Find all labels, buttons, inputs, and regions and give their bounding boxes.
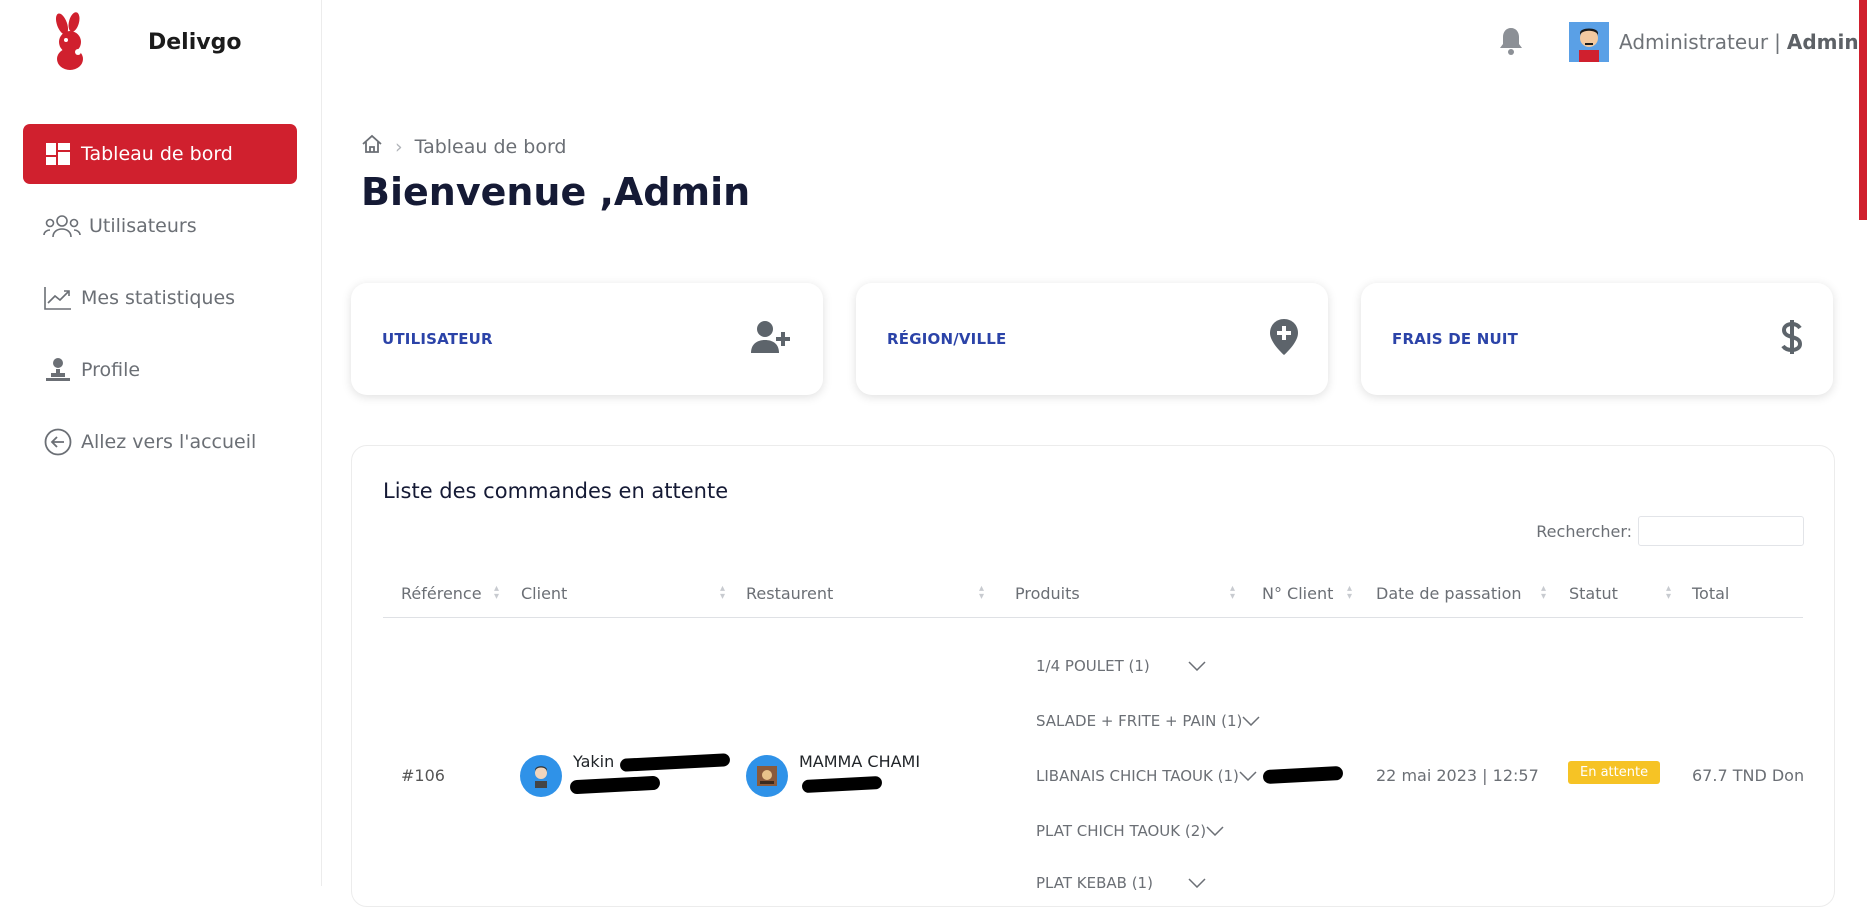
card-night-fees[interactable]: FRAIS DE NUIT bbox=[1361, 283, 1833, 395]
product-item[interactable]: 1/4 POULET (1) bbox=[1036, 657, 1206, 675]
sidebar-item-label: Allez vers l'accueil bbox=[81, 431, 257, 453]
table-header: Référence ▴ ▾ Client ▴ ▾ Restaurent ▴ ▾ Produi… bbox=[383, 570, 1803, 618]
card-region[interactable]: RÉGION/VILLE bbox=[856, 283, 1328, 395]
sidebar-nav: Tableau de bord Utilisateurs Mes statist… bbox=[23, 124, 297, 484]
sidebar-item-label: Utilisateurs bbox=[89, 215, 197, 237]
sidebar-item-label: Profile bbox=[81, 359, 141, 381]
order-total: 67.7 TND Dont 3 bbox=[1692, 766, 1804, 785]
status-badge: En attente bbox=[1568, 761, 1661, 784]
user-menu[interactable]: Administrateur | Admin bbox=[1569, 22, 1859, 62]
redaction-mark bbox=[801, 775, 883, 794]
search-label: Rechercher: bbox=[1536, 521, 1632, 541]
card-label: FRAIS DE NUIT bbox=[1392, 330, 1519, 348]
page-title: Bienvenue ,Admin bbox=[361, 170, 751, 214]
product-item[interactable]: SALADE + FRITE + PAIN (1) bbox=[1036, 712, 1260, 730]
brand-name: Delivgo bbox=[148, 29, 242, 55]
sidebar-item-users[interactable]: Utilisateurs bbox=[23, 196, 297, 256]
chevron-down-icon bbox=[1242, 712, 1260, 730]
arrow-left-circle-icon bbox=[43, 427, 73, 457]
sidebar: Delivgo Tableau de bord Utilisateurs Mes… bbox=[0, 0, 322, 886]
user-role: Administrateur bbox=[1619, 30, 1769, 54]
client-name: Yakin bbox=[573, 752, 615, 771]
card-label: UTILISATEUR bbox=[382, 330, 493, 348]
redaction-mark bbox=[1262, 765, 1344, 785]
search: Rechercher: bbox=[1536, 516, 1804, 546]
user-separator: | bbox=[1774, 30, 1781, 54]
sort-icon: ▴ ▾ bbox=[1540, 583, 1546, 602]
col-client[interactable]: Client ▴ ▾ bbox=[521, 570, 731, 616]
search-input[interactable] bbox=[1638, 516, 1804, 546]
sort-icon: ▴ ▾ bbox=[719, 583, 725, 602]
sort-icon: ▴ ▾ bbox=[493, 583, 499, 602]
sort-icon: ▴ ▾ bbox=[1346, 583, 1352, 602]
restaurant-avatar bbox=[746, 755, 788, 797]
col-status[interactable]: Statut ▴ ▾ bbox=[1569, 570, 1677, 616]
home-icon[interactable] bbox=[361, 134, 383, 159]
sort-icon: ▴ ▾ bbox=[978, 583, 984, 602]
chevron-right-icon: › bbox=[395, 135, 403, 158]
dashboard-icon bbox=[43, 139, 73, 169]
profile-icon bbox=[43, 355, 73, 385]
chevron-down-icon bbox=[1188, 657, 1206, 675]
user-plus-icon bbox=[751, 320, 793, 358]
brand[interactable]: Delivgo bbox=[48, 12, 241, 72]
sidebar-item-statistics[interactable]: Mes statistiques bbox=[23, 268, 297, 328]
col-reference[interactable]: Référence ▴ ▾ bbox=[401, 570, 505, 616]
dollar-icon bbox=[1781, 319, 1803, 359]
chart-line-icon bbox=[43, 283, 73, 313]
chevron-down-icon bbox=[1239, 767, 1257, 785]
redaction-mark bbox=[619, 753, 731, 772]
order-date: 22 mai 2023 | 12:57 bbox=[1376, 766, 1539, 785]
users-icon bbox=[43, 211, 81, 241]
redaction-mark bbox=[569, 775, 661, 795]
order-reference: #106 bbox=[401, 766, 445, 785]
col-date[interactable]: Date de passation ▴ ▾ bbox=[1376, 570, 1552, 616]
card-label: RÉGION/VILLE bbox=[887, 330, 1007, 348]
sidebar-item-home[interactable]: Allez vers l'accueil bbox=[23, 412, 297, 472]
orders-panel: Liste des commandes en attente Recherche… bbox=[351, 445, 1835, 907]
breadcrumb: › Tableau de bord bbox=[361, 134, 566, 159]
col-products[interactable]: Produits ▴ ▾ bbox=[1015, 570, 1241, 616]
product-item[interactable]: LIBANAIS CHICH TAOUK (1) bbox=[1036, 767, 1257, 785]
sidebar-item-label: Mes statistiques bbox=[81, 287, 236, 309]
sidebar-item-profile[interactable]: Profile bbox=[23, 340, 297, 400]
col-total[interactable]: Total bbox=[1692, 570, 1792, 616]
scrollbar-thumb[interactable] bbox=[1859, 0, 1867, 220]
sidebar-item-label: Tableau de bord bbox=[81, 143, 233, 165]
col-restaurant[interactable]: Restaurent ▴ ▾ bbox=[746, 570, 990, 616]
chevron-down-icon bbox=[1206, 822, 1224, 840]
chevron-down-icon bbox=[1188, 874, 1206, 892]
sort-icon: ▴ ▾ bbox=[1229, 583, 1235, 602]
rabbit-logo-icon bbox=[55, 12, 83, 70]
orders-title: Liste des commandes en attente bbox=[383, 479, 729, 503]
card-user[interactable]: UTILISATEUR bbox=[351, 283, 823, 395]
location-plus-icon bbox=[1270, 319, 1298, 359]
client-avatar bbox=[520, 755, 562, 797]
restaurant-name: MAMMA CHAMI bbox=[799, 752, 921, 771]
bell-icon[interactable] bbox=[1497, 26, 1525, 60]
sidebar-item-dashboard[interactable]: Tableau de bord bbox=[23, 124, 297, 184]
sort-icon: ▴ ▾ bbox=[1665, 583, 1671, 602]
product-item[interactable]: PLAT KEBAB (1) bbox=[1036, 874, 1206, 892]
product-item[interactable]: PLAT CHICH TAOUK (2) bbox=[1036, 822, 1224, 840]
avatar bbox=[1569, 22, 1609, 62]
breadcrumb-current: Tableau de bord bbox=[414, 135, 567, 158]
user-name: Admin bbox=[1786, 30, 1859, 54]
col-client-number[interactable]: N° Client ▴ ▾ bbox=[1262, 570, 1358, 616]
